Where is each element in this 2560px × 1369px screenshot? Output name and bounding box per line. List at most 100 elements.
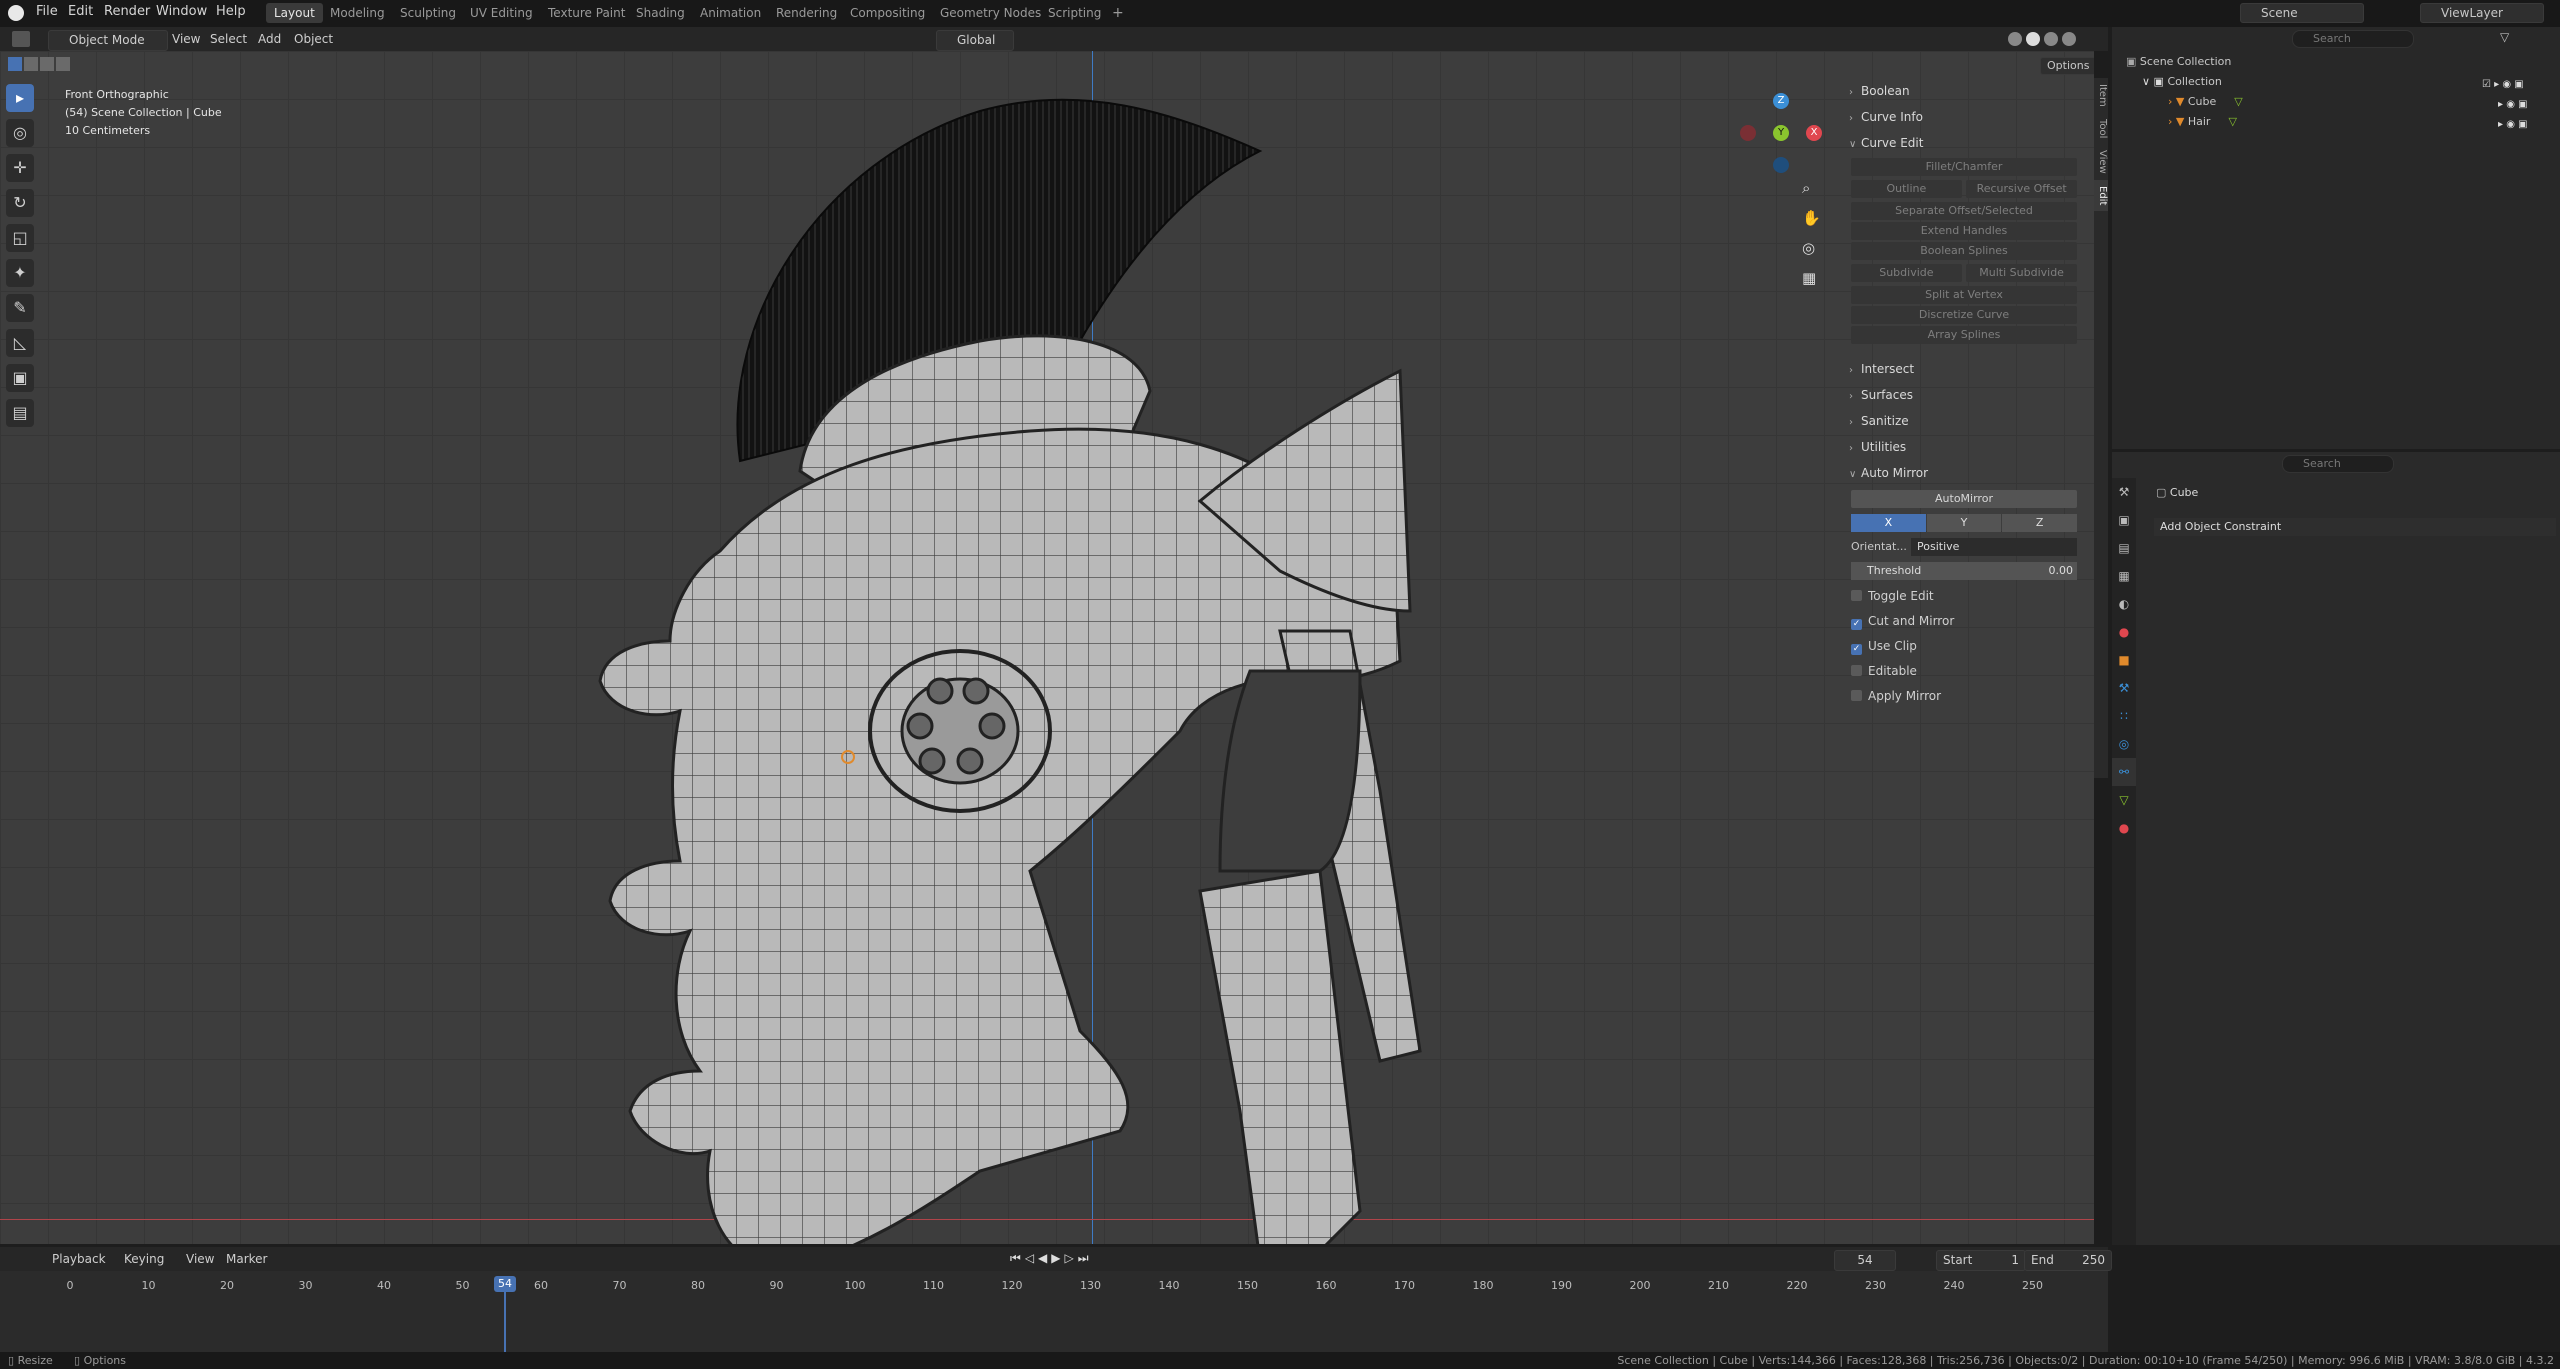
measure-tool-icon[interactable]: ◺ [6,329,34,357]
tab-compositing[interactable]: Compositing [842,3,933,23]
data-tab-icon[interactable]: ▽ [2112,786,2136,814]
grid-view-icon[interactable]: ▦ [1802,263,1821,293]
checkbox-row[interactable]: ✓ Use Clip [1851,634,2077,659]
section-intersect[interactable]: › Intersect [1843,356,2083,382]
options-button[interactable]: Options [2040,57,2094,75]
axis-y-toggle[interactable]: Y [1926,514,2002,532]
axis-z-toggle[interactable]: Z [2002,514,2078,532]
checkbox-unchecked-icon[interactable] [1851,590,1862,601]
transform-tool-icon[interactable]: ✦ [6,259,34,287]
tab-modeling[interactable]: Modeling [322,3,393,23]
properties-search-input[interactable]: Search [2282,455,2394,473]
section-utilities[interactable]: › Utilities [1843,434,2083,460]
jump-end-icon[interactable]: ⏭ [1078,1251,1093,1265]
tab-scripting[interactable]: Scripting [1040,3,1109,23]
menu-help[interactable]: Help [216,4,246,19]
blender-logo-icon[interactable] [8,5,24,21]
checkbox-icon[interactable]: ☑ [2482,79,2491,90]
tab-animation[interactable]: Animation [692,3,769,23]
checkbox-checked-icon[interactable]: ✓ [1851,619,1862,630]
constraint-tab-icon[interactable]: ⚯ [2112,758,2136,786]
select-tool-icon[interactable]: ▸ [6,84,34,112]
tab-shading[interactable]: Shading [628,3,693,23]
helmet-model[interactable] [560,71,1460,1244]
multi-subdivide-button[interactable]: Multi Subdivide [1966,264,2077,282]
particles-tab-icon[interactable]: ∷ [2112,702,2136,730]
menu-select[interactable]: Select [210,30,247,49]
camera-icon[interactable]: ◎ [1802,233,1821,263]
world-tab-icon[interactable]: ● [2112,618,2136,646]
camera-icon[interactable]: ▣ [2518,99,2527,110]
section-curve-info[interactable]: › Curve Info [1843,104,2083,130]
view-layer-tab-icon[interactable]: ▦ [2112,562,2136,590]
subdivide-button[interactable]: Subdivide [1851,264,1962,282]
tab-uv-editing[interactable]: UV Editing [462,3,541,23]
menu-add[interactable]: Add [258,30,281,49]
mode-selector[interactable]: Object Mode [48,30,168,51]
recursive-offset-button[interactable]: Recursive Offset [1966,180,2077,198]
output-tab-icon[interactable]: ▤ [2112,534,2136,562]
rotate-tool-icon[interactable]: ↻ [6,189,34,217]
menu-marker[interactable]: Marker [226,1250,267,1269]
split-at-vertex-button[interactable]: Split at Vertex [1851,286,2077,304]
jump-start-icon[interactable]: ⏮ [1010,1251,1025,1265]
menu-edit[interactable]: Edit [68,4,93,19]
extra-tool-icon[interactable]: ▤ [6,399,34,427]
play-reverse-icon[interactable]: ◀ [1038,1251,1051,1265]
section-curve-edit[interactable]: ∨ Curve Edit [1843,130,2083,156]
tab-tool[interactable]: Tool [2094,113,2108,144]
tool-tab-icon[interactable]: ⚒ [2112,478,2136,506]
transform-orientation-selector[interactable]: Global [936,30,1014,51]
menu-timeline-view[interactable]: View [186,1250,214,1269]
gizmo-y-axis[interactable]: Y [1773,125,1789,141]
tab-edit[interactable]: Edit [2094,179,2108,212]
menu-file[interactable]: File [36,4,58,19]
pan-hand-icon[interactable]: ✋ [1802,203,1821,233]
camera-icon[interactable]: ▣ [2514,79,2523,90]
gizmo-z-axis[interactable]: Z [1773,93,1789,109]
select-icon[interactable]: ▸ [2498,119,2503,130]
add-object-constraint-dropdown[interactable]: Add Object Constraint [2154,518,2556,536]
section-sanitize[interactable]: › Sanitize [1843,408,2083,434]
orientation-dropdown[interactable]: Positive [1911,538,2077,556]
editor-type-icon[interactable] [12,31,30,47]
array-splines-button[interactable]: Array Splines [1851,326,2077,344]
eye-icon[interactable]: ◉ [2506,119,2515,130]
render-tab-icon[interactable]: ▣ [2112,506,2136,534]
tab-rendering[interactable]: Rendering [768,3,845,23]
separate-offset-button[interactable]: Separate Offset/Selected [1851,202,2077,220]
tab-view[interactable]: View [2094,144,2108,180]
selection-mode-buttons[interactable] [8,57,104,73]
tab-layout[interactable]: Layout [266,3,323,23]
gizmo-neg-x[interactable] [1740,125,1756,141]
object-tab-icon[interactable]: ■ [2112,646,2136,674]
menu-keying[interactable]: Keying [124,1250,164,1269]
scene-tab-icon[interactable]: ◐ [2112,590,2136,618]
end-frame-field[interactable]: End 250 [2024,1250,2112,1271]
checkbox-unchecked-icon[interactable] [1851,665,1862,676]
tab-item[interactable]: Item [2094,78,2108,113]
menu-render[interactable]: Render [104,4,150,19]
extend-handles-button[interactable]: Extend Handles [1851,222,2077,240]
menu-window[interactable]: Window [156,4,207,19]
scene-selector[interactable]: Scene [2240,3,2364,23]
tab-sculpting[interactable]: Sculpting [392,3,464,23]
axis-x-toggle[interactable]: X [1851,514,1926,532]
move-tool-icon[interactable]: ✛ [6,154,34,182]
checkbox-row[interactable]: Apply Mirror [1851,684,2077,709]
section-boolean[interactable]: › Boolean [1843,78,2083,104]
prev-key-icon[interactable]: ◁ [1025,1251,1038,1265]
tab-texture-paint[interactable]: Texture Paint [540,3,633,23]
navigation-gizmo[interactable]: Z Y X [1740,93,1822,173]
menu-playback[interactable]: Playback [52,1250,106,1269]
modifier-tab-icon[interactable]: ⚒ [2112,674,2136,702]
threshold-field[interactable]: Threshold 0.00 [1851,562,2077,580]
start-frame-field[interactable]: Start 1 [1936,1250,2026,1271]
discretize-curve-button[interactable]: Discretize Curve [1851,306,2077,324]
zoom-icon[interactable]: ⌕ [1802,173,1821,203]
select-icon[interactable]: ▸ [2494,79,2499,90]
outliner-search-input[interactable]: Search [2292,30,2414,48]
fillet-chamfer-button[interactable]: Fillet/Chamfer [1851,158,2077,176]
scale-tool-icon[interactable]: ◱ [6,224,34,252]
checkbox-unchecked-icon[interactable] [1851,690,1862,701]
